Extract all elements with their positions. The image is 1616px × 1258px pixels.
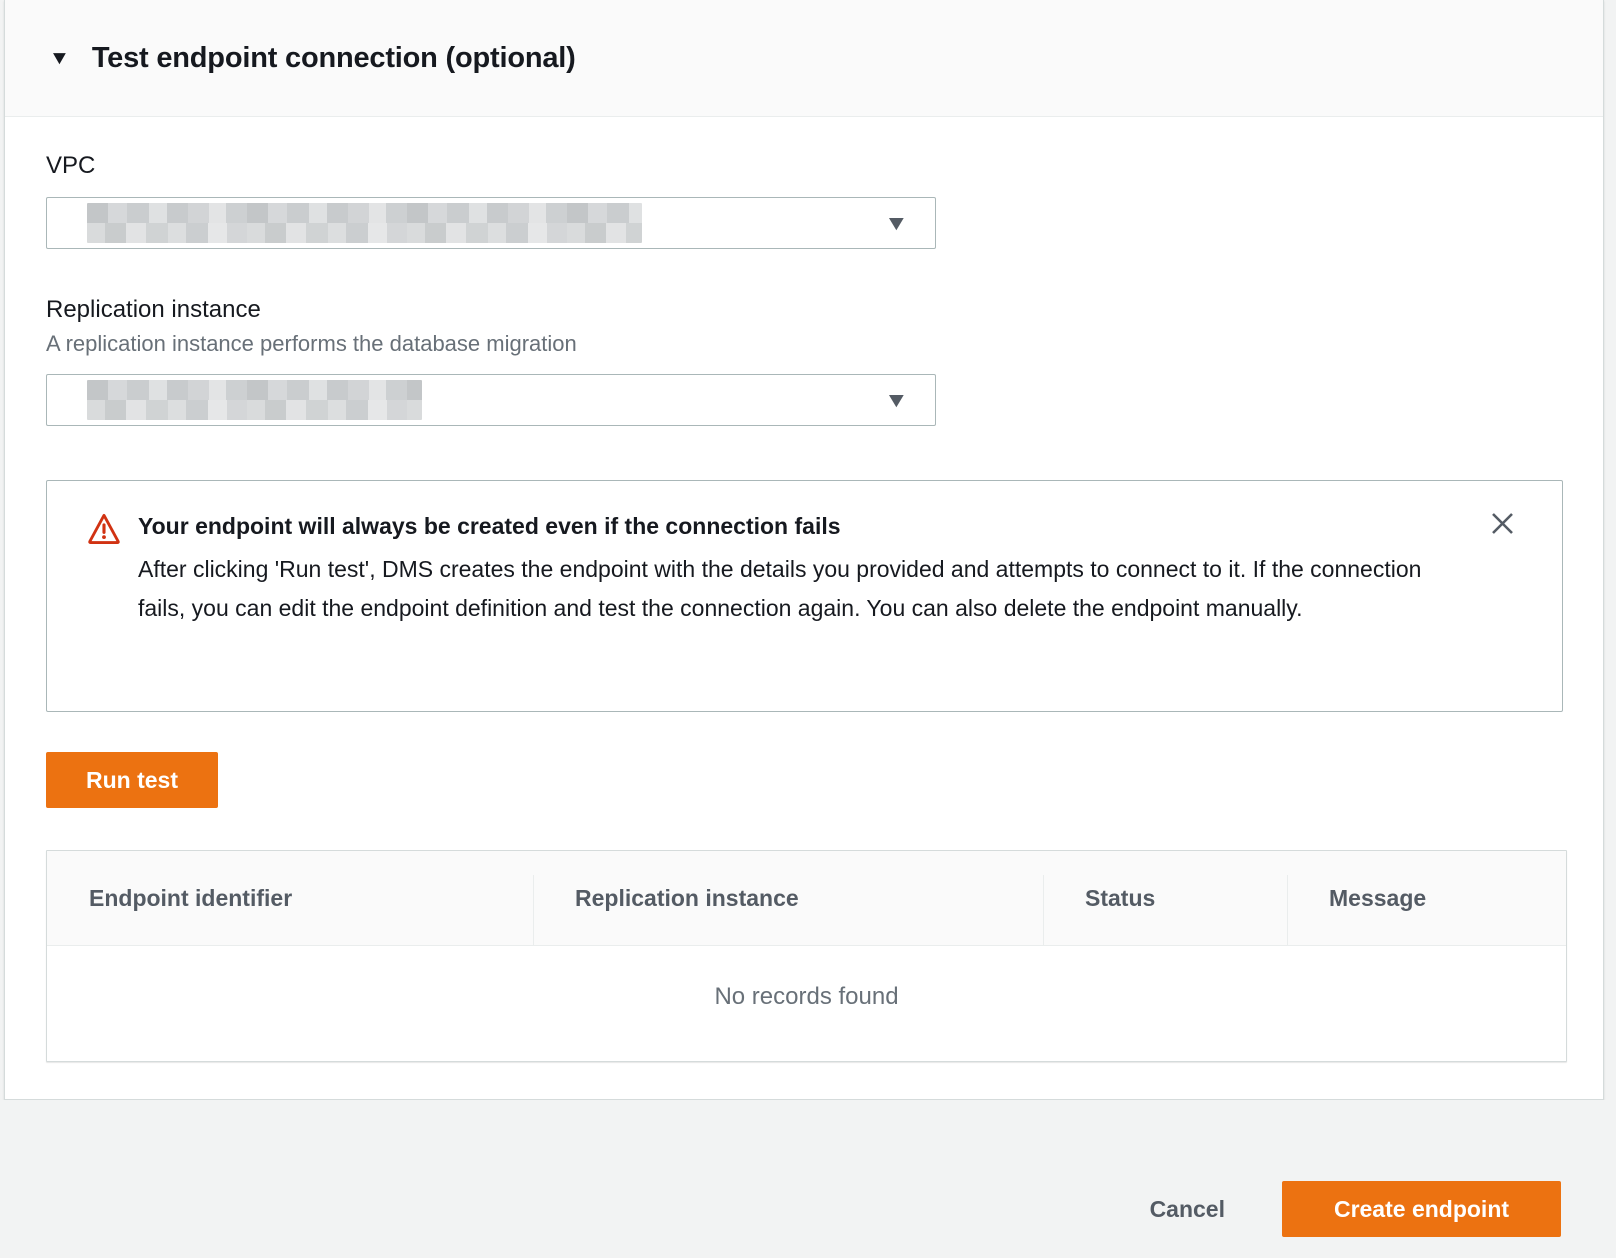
section-title: Test endpoint connection (optional) [92, 42, 576, 75]
column-header-status: Status [1043, 851, 1287, 945]
section-header[interactable]: ▼ Test endpoint connection (optional) [5, 0, 1603, 117]
empty-table-message: No records found [714, 983, 898, 1011]
warning-alert-title: Your endpoint will always be created eve… [138, 511, 1438, 541]
test-endpoint-connection-section: ▼ Test endpoint connection (optional) VP… [4, 0, 1604, 1100]
replication-instance-description: A replication instance performs the data… [46, 331, 1563, 357]
warning-triangle-icon [87, 512, 121, 711]
replication-instance-field: Replication instance A replication insta… [46, 296, 1563, 426]
chevron-down-icon: ▼ [884, 390, 909, 411]
run-test-button[interactable]: Run test [46, 752, 218, 808]
warning-alert-content: Your endpoint will always be created eve… [138, 511, 1438, 711]
warning-alert: Your endpoint will always be created eve… [46, 480, 1563, 712]
test-results-table: Endpoint identifier Replication instance… [46, 850, 1567, 1062]
vpc-field: VPC ▼ [46, 152, 1563, 249]
column-header-message: Message [1287, 851, 1566, 945]
table-header-row: Endpoint identifier Replication instance… [47, 851, 1566, 946]
warning-alert-body: After clicking 'Run test', DMS creates t… [138, 550, 1438, 628]
vpc-select[interactable]: ▼ [46, 197, 936, 249]
table-body: No records found [47, 946, 1566, 1061]
section-body: VPC ▼ Replication instance A replication… [5, 117, 1603, 1062]
column-header-replication-instance: Replication instance [533, 851, 1043, 945]
redacted-vpc-value [87, 203, 642, 243]
column-header-endpoint-identifier: Endpoint identifier [47, 851, 533, 945]
vpc-label: VPC [46, 152, 1563, 180]
wizard-footer: Cancel Create endpoint [0, 1100, 1616, 1258]
close-icon[interactable] [1487, 508, 1518, 539]
chevron-down-icon: ▼ [884, 213, 909, 234]
replication-instance-label: Replication instance [46, 296, 1563, 324]
redacted-replication-instance-value [87, 380, 422, 420]
replication-instance-select[interactable]: ▼ [46, 374, 936, 426]
create-endpoint-button[interactable]: Create endpoint [1282, 1181, 1561, 1237]
collapse-caret-icon: ▼ [49, 49, 71, 68]
cancel-button[interactable]: Cancel [1150, 1181, 1225, 1237]
